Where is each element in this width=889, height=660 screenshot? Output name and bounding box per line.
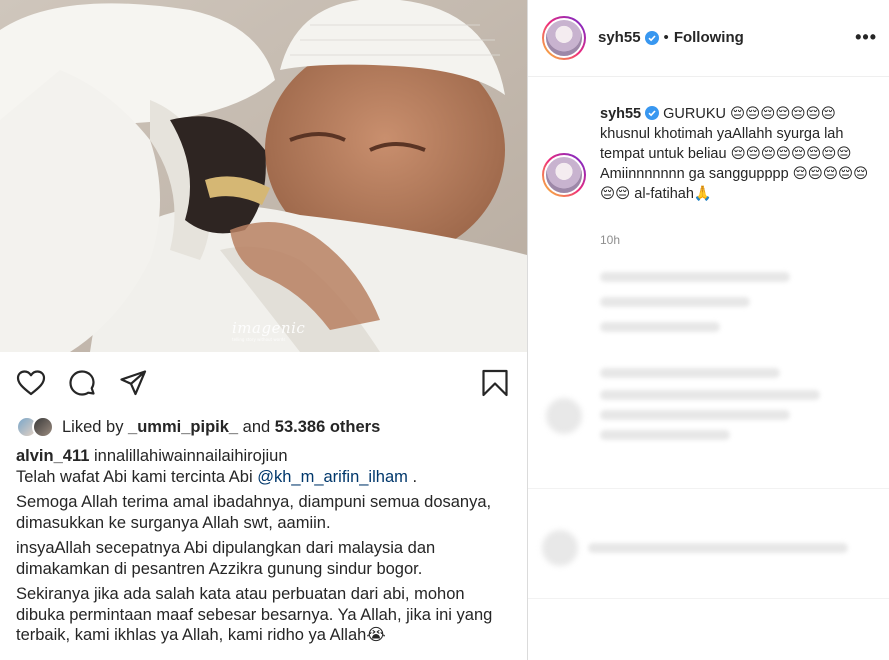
comment-username[interactable]: syh55 <box>600 106 641 122</box>
following-button[interactable]: Following <box>674 29 744 46</box>
caption-paragraph: insyaAllah secepatnya Abi dipulangkan da… <box>16 539 436 578</box>
comment-divider <box>528 598 889 599</box>
verified-badge-icon <box>644 30 659 45</box>
photo-watermark-tagline: telling story without words <box>232 337 286 342</box>
author-comment: syh55 GURUKU 😔😔😔😔😔😔😔 khusnul khotimah ya… <box>600 104 880 204</box>
comment-icon[interactable] <box>67 368 97 398</box>
likes-text: Liked by _ummi_pipik_ and 53.386 others <box>62 418 380 437</box>
caption-mention-link[interactable]: @kh_m_arifin_ilham <box>257 468 408 486</box>
comment-author-avatar[interactable] <box>542 153 586 197</box>
post-photo[interactable]: imagenic telling story without words <box>0 0 527 352</box>
likes-summary: Liked by _ummi_pipik_ and 53.386 others <box>16 414 516 440</box>
blurred-comment-line <box>588 543 848 553</box>
post-media-column: imagenic telling story without words Lik… <box>0 0 527 660</box>
liker-username-link[interactable]: _ummi_pipik_ <box>128 418 238 436</box>
author-avatar[interactable] <box>542 16 586 60</box>
header-user-line: syh55 • Following <box>598 29 744 46</box>
post-photo-illustration <box>0 0 527 352</box>
blurred-comment-line <box>600 322 720 332</box>
caption-line1: innalillahiwainnailaihirojiun <box>94 447 288 465</box>
blurred-comment-line <box>600 410 790 420</box>
caption-username[interactable]: alvin_411 <box>16 447 89 465</box>
photo-watermark: imagenic <box>232 319 306 337</box>
blurred-avatar <box>542 530 578 566</box>
heart-icon[interactable] <box>16 368 46 398</box>
comment-timestamp[interactable]: 10h <box>600 233 620 247</box>
likes-middle: and <box>238 417 275 436</box>
post-action-bar <box>0 352 527 414</box>
caption-line2-suffix: . <box>407 467 418 486</box>
post-caption: alvin_411 innalillahiwainnailaihirojiun T… <box>16 446 516 651</box>
post-header: syh55 • Following ••• <box>528 0 889 77</box>
author-username[interactable]: syh55 <box>598 29 641 46</box>
blurred-comment-line <box>600 297 750 307</box>
bookmark-icon[interactable] <box>480 368 510 398</box>
caption-paragraph: Sekiranya jika ada salah kata atau perbu… <box>16 585 493 644</box>
likes-count-link[interactable]: 53.386 others <box>275 418 380 436</box>
blurred-comment-line <box>600 430 730 440</box>
blurred-comment-line <box>600 390 820 400</box>
post-sidebar: syh55 • Following ••• syh55 GURUKU 😔😔😔😔😔… <box>528 0 889 660</box>
comment-author-avatar-image <box>544 155 584 195</box>
likes-prefix: Liked by <box>62 417 129 436</box>
comment-divider <box>528 488 889 489</box>
more-options-icon[interactable]: ••• <box>855 27 877 48</box>
caption-paragraph: Semoga Allah terima amal ibadahnya, diam… <box>16 493 492 532</box>
header-separator: • <box>663 29 669 46</box>
share-icon[interactable] <box>118 368 148 398</box>
caption-line2-prefix: Telah wafat Abi kami tercinta Abi <box>16 467 258 486</box>
blurred-avatar <box>546 398 582 434</box>
blurred-comment-line <box>600 368 780 378</box>
verified-badge-icon <box>645 106 660 120</box>
author-avatar-image <box>544 18 584 58</box>
blurred-comment-line <box>600 272 790 282</box>
liker-avatar[interactable] <box>32 416 54 438</box>
